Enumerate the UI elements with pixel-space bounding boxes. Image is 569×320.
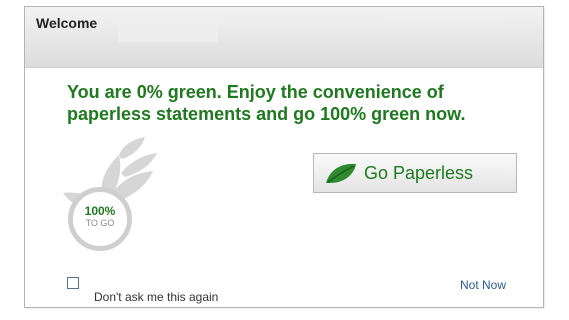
go-paperless-button[interactable]: Go Paperless — [313, 153, 517, 193]
green-message: You are 0% green. Enjoy the convenience … — [67, 82, 466, 124]
plant-graphic: 100% TO GO — [61, 133, 191, 253]
dialog-header: Welcome — [25, 7, 543, 68]
not-now-link[interactable]: Not Now — [460, 278, 506, 292]
user-name-placeholder — [118, 21, 218, 42]
paperless-dialog: Welcome You are 0% green. Enjoy the conv… — [24, 6, 544, 308]
dont-ask-label: Don't ask me this again — [94, 290, 219, 304]
progress-circle: 100% TO GO — [68, 187, 132, 251]
leaf-icon — [326, 163, 356, 183]
dont-ask-checkbox[interactable] — [67, 277, 79, 289]
go-paperless-label: Go Paperless — [364, 163, 474, 183]
progress-percent: 100% — [84, 204, 116, 218]
welcome-label: Welcome — [36, 15, 98, 31]
progress-sublabel: TO GO — [85, 218, 115, 228]
